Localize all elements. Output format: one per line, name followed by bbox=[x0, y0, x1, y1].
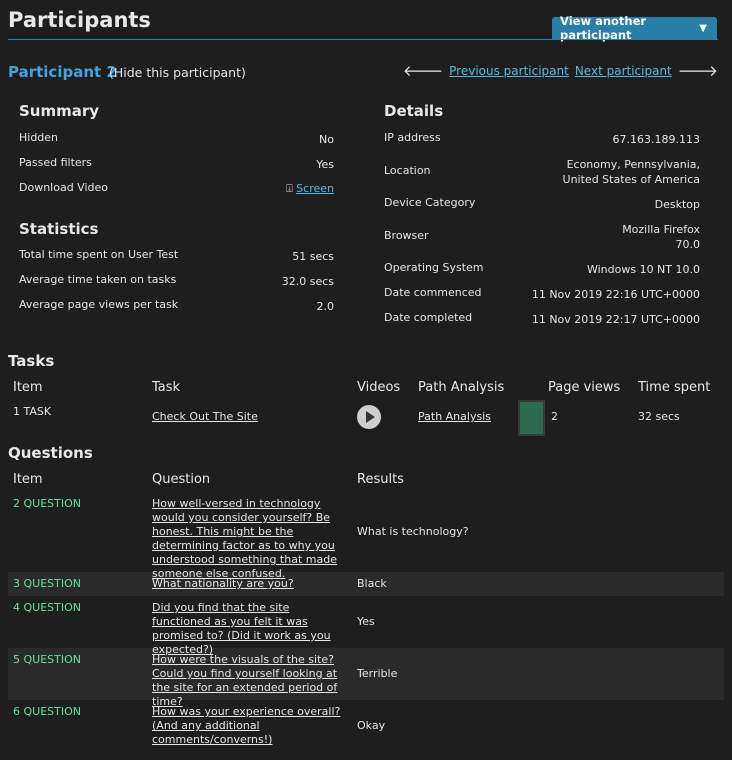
statistics-value: 32.0 secs bbox=[281, 275, 334, 288]
questions-col-item: Item bbox=[13, 472, 43, 487]
question-link[interactable]: How was your experience overall? (And an… bbox=[152, 705, 342, 747]
summary-label: Hidden bbox=[19, 131, 59, 144]
task-time-spent: 32 secs bbox=[638, 410, 680, 423]
next-participant-link[interactable]: Next participant bbox=[575, 64, 672, 78]
summary-label: Passed filters bbox=[19, 156, 92, 169]
tasks-col-item: Item bbox=[13, 380, 43, 395]
question-item: 4 QUESTION bbox=[13, 601, 81, 614]
arrow-left-icon[interactable]: 🡐 bbox=[403, 61, 443, 80]
question-item: 2 QUESTION bbox=[13, 497, 81, 510]
details-value: 11 Nov 2019 22:16 UTC+0000 bbox=[531, 288, 700, 301]
details-value: Economy, Pennsylvania, United States of … bbox=[562, 158, 700, 186]
screen-video-link[interactable]: Screen bbox=[296, 182, 334, 195]
play-video-icon[interactable] bbox=[357, 405, 381, 429]
question-result: Black bbox=[357, 577, 387, 590]
question-link[interactable]: How well-versed in technology would you … bbox=[152, 497, 350, 581]
view-another-participant-button[interactable]: View another participant ▼ bbox=[552, 14, 717, 42]
questions-col-results: Results bbox=[357, 472, 404, 487]
question-link[interactable]: What nationality are you? bbox=[152, 577, 350, 591]
title-divider bbox=[8, 39, 718, 40]
participant-name: Participant 2 bbox=[8, 63, 117, 81]
path-analysis-link[interactable]: Path Analysis bbox=[418, 410, 491, 424]
task-link[interactable]: Check Out The Site bbox=[152, 410, 258, 424]
statistics-label: Average time taken on tasks bbox=[19, 273, 177, 286]
task-page-views: 2 bbox=[551, 410, 558, 423]
download-icon: ⍗ bbox=[286, 182, 293, 195]
details-value: 67.163.189.113 bbox=[612, 133, 700, 146]
details-value: Mozilla Firefox 70.0 bbox=[622, 223, 700, 251]
details-label: Date commenced bbox=[384, 286, 482, 299]
summary-heading: Summary bbox=[19, 102, 100, 120]
arrow-right-icon[interactable]: 🡒 bbox=[678, 61, 718, 80]
hide-participant-link[interactable]: (Hide this participant) bbox=[109, 65, 246, 80]
question-item: 6 QUESTION bbox=[13, 705, 81, 718]
page-title: Participants bbox=[8, 8, 151, 32]
details-label: Device Category bbox=[384, 196, 476, 209]
question-result: Yes bbox=[357, 615, 375, 628]
question-link[interactable]: How were the visuals of the site? Could … bbox=[152, 653, 350, 709]
details-label: IP address bbox=[384, 131, 441, 144]
statistics-value: 51 secs bbox=[292, 250, 334, 263]
details-value: 11 Nov 2019 22:17 UTC+0000 bbox=[531, 313, 700, 326]
details-heading: Details bbox=[384, 102, 444, 120]
participant-nav: 🡐 Previous participant Next participant … bbox=[403, 61, 718, 80]
summary-label: Download Video bbox=[19, 181, 108, 194]
details-label: Browser bbox=[384, 229, 429, 242]
statistics-heading: Statistics bbox=[19, 220, 99, 238]
caret-down-icon: ▼ bbox=[699, 22, 707, 34]
question-link[interactable]: Did you find that the site functioned as… bbox=[152, 601, 347, 657]
tasks-col-time: Time spent bbox=[638, 380, 711, 395]
questions-col-question: Question bbox=[152, 472, 211, 487]
question-result: Okay bbox=[357, 719, 386, 732]
summary-value: Yes bbox=[316, 158, 334, 171]
previous-participant-link[interactable]: Previous participant bbox=[449, 64, 569, 78]
question-item: 3 QUESTION bbox=[13, 577, 81, 590]
view-another-label: View another participant bbox=[560, 14, 647, 42]
tasks-heading: Tasks bbox=[8, 352, 55, 370]
details-value: Windows 10 NT 10.0 bbox=[586, 263, 700, 276]
statistics-label: Average page views per task bbox=[19, 298, 179, 311]
tasks-col-task: Task bbox=[152, 380, 181, 395]
question-item: 5 QUESTION bbox=[13, 653, 81, 666]
summary-value: No bbox=[319, 133, 334, 146]
details-label: Date completed bbox=[384, 311, 473, 324]
task-color-swatch bbox=[518, 400, 545, 436]
question-result: What is technology? bbox=[357, 525, 469, 538]
details-value: Desktop bbox=[654, 198, 700, 211]
details-label: Operating System bbox=[384, 261, 484, 274]
question-result: Terrible bbox=[357, 667, 398, 680]
download-video-link[interactable]: ⍗ Screen bbox=[286, 182, 334, 196]
statistics-label: Total time spent on User Test bbox=[19, 248, 179, 261]
tasks-col-videos: Videos bbox=[357, 380, 401, 395]
tasks-col-path: Path Analysis bbox=[418, 380, 505, 395]
details-label: Location bbox=[384, 164, 431, 177]
tasks-col-views: Page views bbox=[548, 380, 621, 395]
questions-heading: Questions bbox=[8, 444, 93, 462]
statistics-value: 2.0 bbox=[316, 300, 335, 313]
task-item: 1 TASK bbox=[13, 405, 52, 418]
